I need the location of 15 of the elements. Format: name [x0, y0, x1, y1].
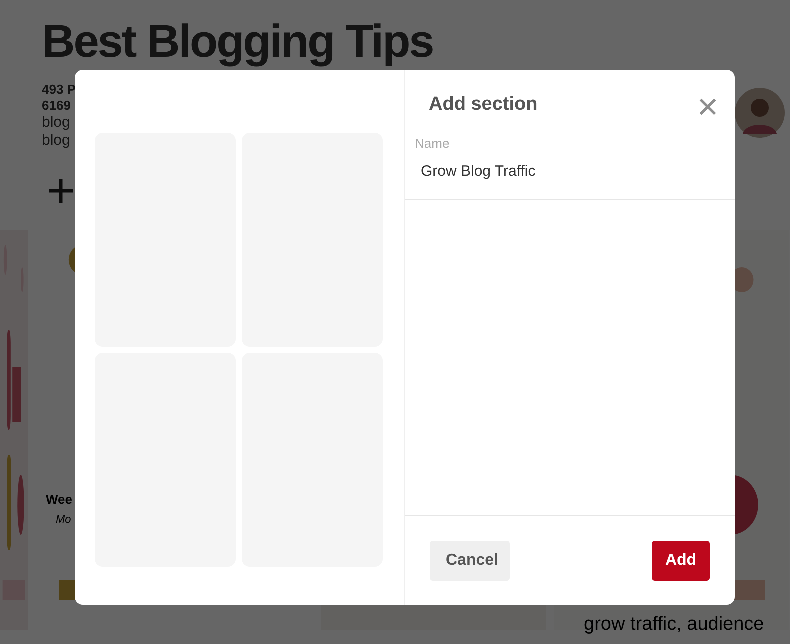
dialog-title: Add section: [429, 94, 538, 116]
add-button[interactable]: Add: [652, 541, 710, 581]
cancel-button[interactable]: Cancel: [430, 541, 510, 581]
board-description: blog: [42, 132, 70, 150]
plus-icon[interactable]: [48, 178, 74, 204]
avatar[interactable]: [735, 88, 785, 138]
pin-title: Wee: [46, 492, 72, 507]
close-icon[interactable]: [699, 98, 717, 116]
board-stat: 493 P: [42, 82, 76, 98]
board-description: blog: [42, 114, 70, 132]
board-stat: 6169: [42, 98, 71, 114]
pin-caption: grow traffic, audience: [584, 614, 764, 636]
field-label: Name: [415, 136, 451, 151]
board-title: Best Blogging Tips: [42, 14, 434, 68]
pin-subtitle: Mo: [56, 514, 72, 526]
